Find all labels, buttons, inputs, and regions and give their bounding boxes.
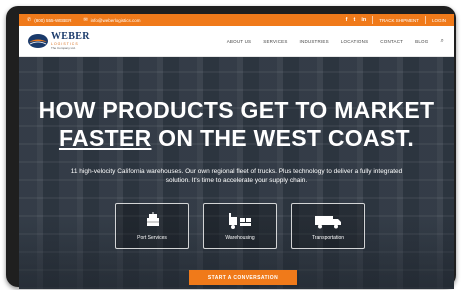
browser-screen: ✆ (800) 555-WEBER ✉ info@weberlogistics.… <box>19 14 454 289</box>
hero-section: HOW PRODUCTS GET TO MARKET FASTER ON THE… <box>19 57 454 289</box>
email-icon: ✉ <box>83 17 88 23</box>
service-card-transportation[interactable]: Transportation <box>291 203 365 249</box>
service-card-port[interactable]: Port Services <box>115 203 189 249</box>
logo-mark <box>28 34 48 48</box>
nav-item-about-us[interactable]: ABOUT US <box>227 39 252 44</box>
hero-headline-rest: ON THE WEST COAST. <box>151 125 415 151</box>
brand-logo[interactable]: WEBER LOGISTICS The Company Ltd. <box>19 30 90 51</box>
service-label-warehousing: Warehousing <box>225 234 255 241</box>
nav-item-industries[interactable]: INDUSTRIES <box>300 39 329 44</box>
search-icon[interactable]: ⌕ <box>440 38 444 45</box>
divider <box>372 16 374 24</box>
nav-menu: ABOUT US SERVICES INDUSTRIES LOCATIONS C… <box>227 38 454 45</box>
top-bar: ✆ (800) 555-WEBER ✉ info@weberlogistics.… <box>19 14 454 26</box>
top-bar-right: f t in TRACK SHIPMENT LOGIN <box>346 16 454 24</box>
hero-headline-emphasis: FASTER <box>58 125 152 151</box>
track-shipment-link[interactable]: TRACK SHIPMENT <box>379 18 419 23</box>
hero-headline-line1: HOW PRODUCTS GET TO MARKET <box>38 97 435 123</box>
login-link[interactable]: LOGIN <box>432 18 446 23</box>
device-frame: ✆ (800) 555-WEBER ✉ info@weberlogistics.… <box>6 6 456 289</box>
hero-headline-line2: FASTER ON THE WEST COAST. <box>19 125 454 152</box>
linkedin-icon[interactable]: in <box>361 17 366 23</box>
nav-item-services[interactable]: SERVICES <box>263 39 287 44</box>
nav-item-blog[interactable]: BLOG <box>415 39 428 44</box>
brand-name: WEBER <box>51 30 90 42</box>
phone-number[interactable]: (800) 555-WEBER <box>34 18 71 23</box>
phone-icon: ✆ <box>27 17 32 23</box>
service-cards: Port Services Warehousing Transportation <box>115 203 365 249</box>
facebook-icon[interactable]: f <box>346 17 348 23</box>
service-card-warehousing[interactable]: Warehousing <box>203 203 277 249</box>
service-label-port: Port Services <box>137 234 167 241</box>
contact-info: ✆ (800) 555-WEBER ✉ info@weberlogistics.… <box>19 17 141 23</box>
crane-icon <box>147 211 159 226</box>
twitter-icon[interactable]: t <box>353 17 355 23</box>
truck-icon <box>315 215 341 228</box>
logo-text: WEBER LOGISTICS The Company Ltd. <box>51 30 90 51</box>
divider <box>424 16 426 24</box>
main-nav: WEBER LOGISTICS The Company Ltd. ABOUT U… <box>19 26 454 57</box>
nav-item-contact[interactable]: CONTACT <box>380 39 403 44</box>
forklift-icon <box>229 212 251 229</box>
nav-item-locations[interactable]: LOCATIONS <box>341 39 368 44</box>
brand-tagline: The Company Ltd. <box>51 46 76 51</box>
start-conversation-button[interactable]: START A CONVERSATION <box>189 270 297 285</box>
hero-subtext: 11 high-velocity California warehouses. … <box>70 168 403 184</box>
email-address[interactable]: info@weberlogistics.com <box>91 18 141 23</box>
service-label-transportation: Transportation <box>311 234 345 241</box>
